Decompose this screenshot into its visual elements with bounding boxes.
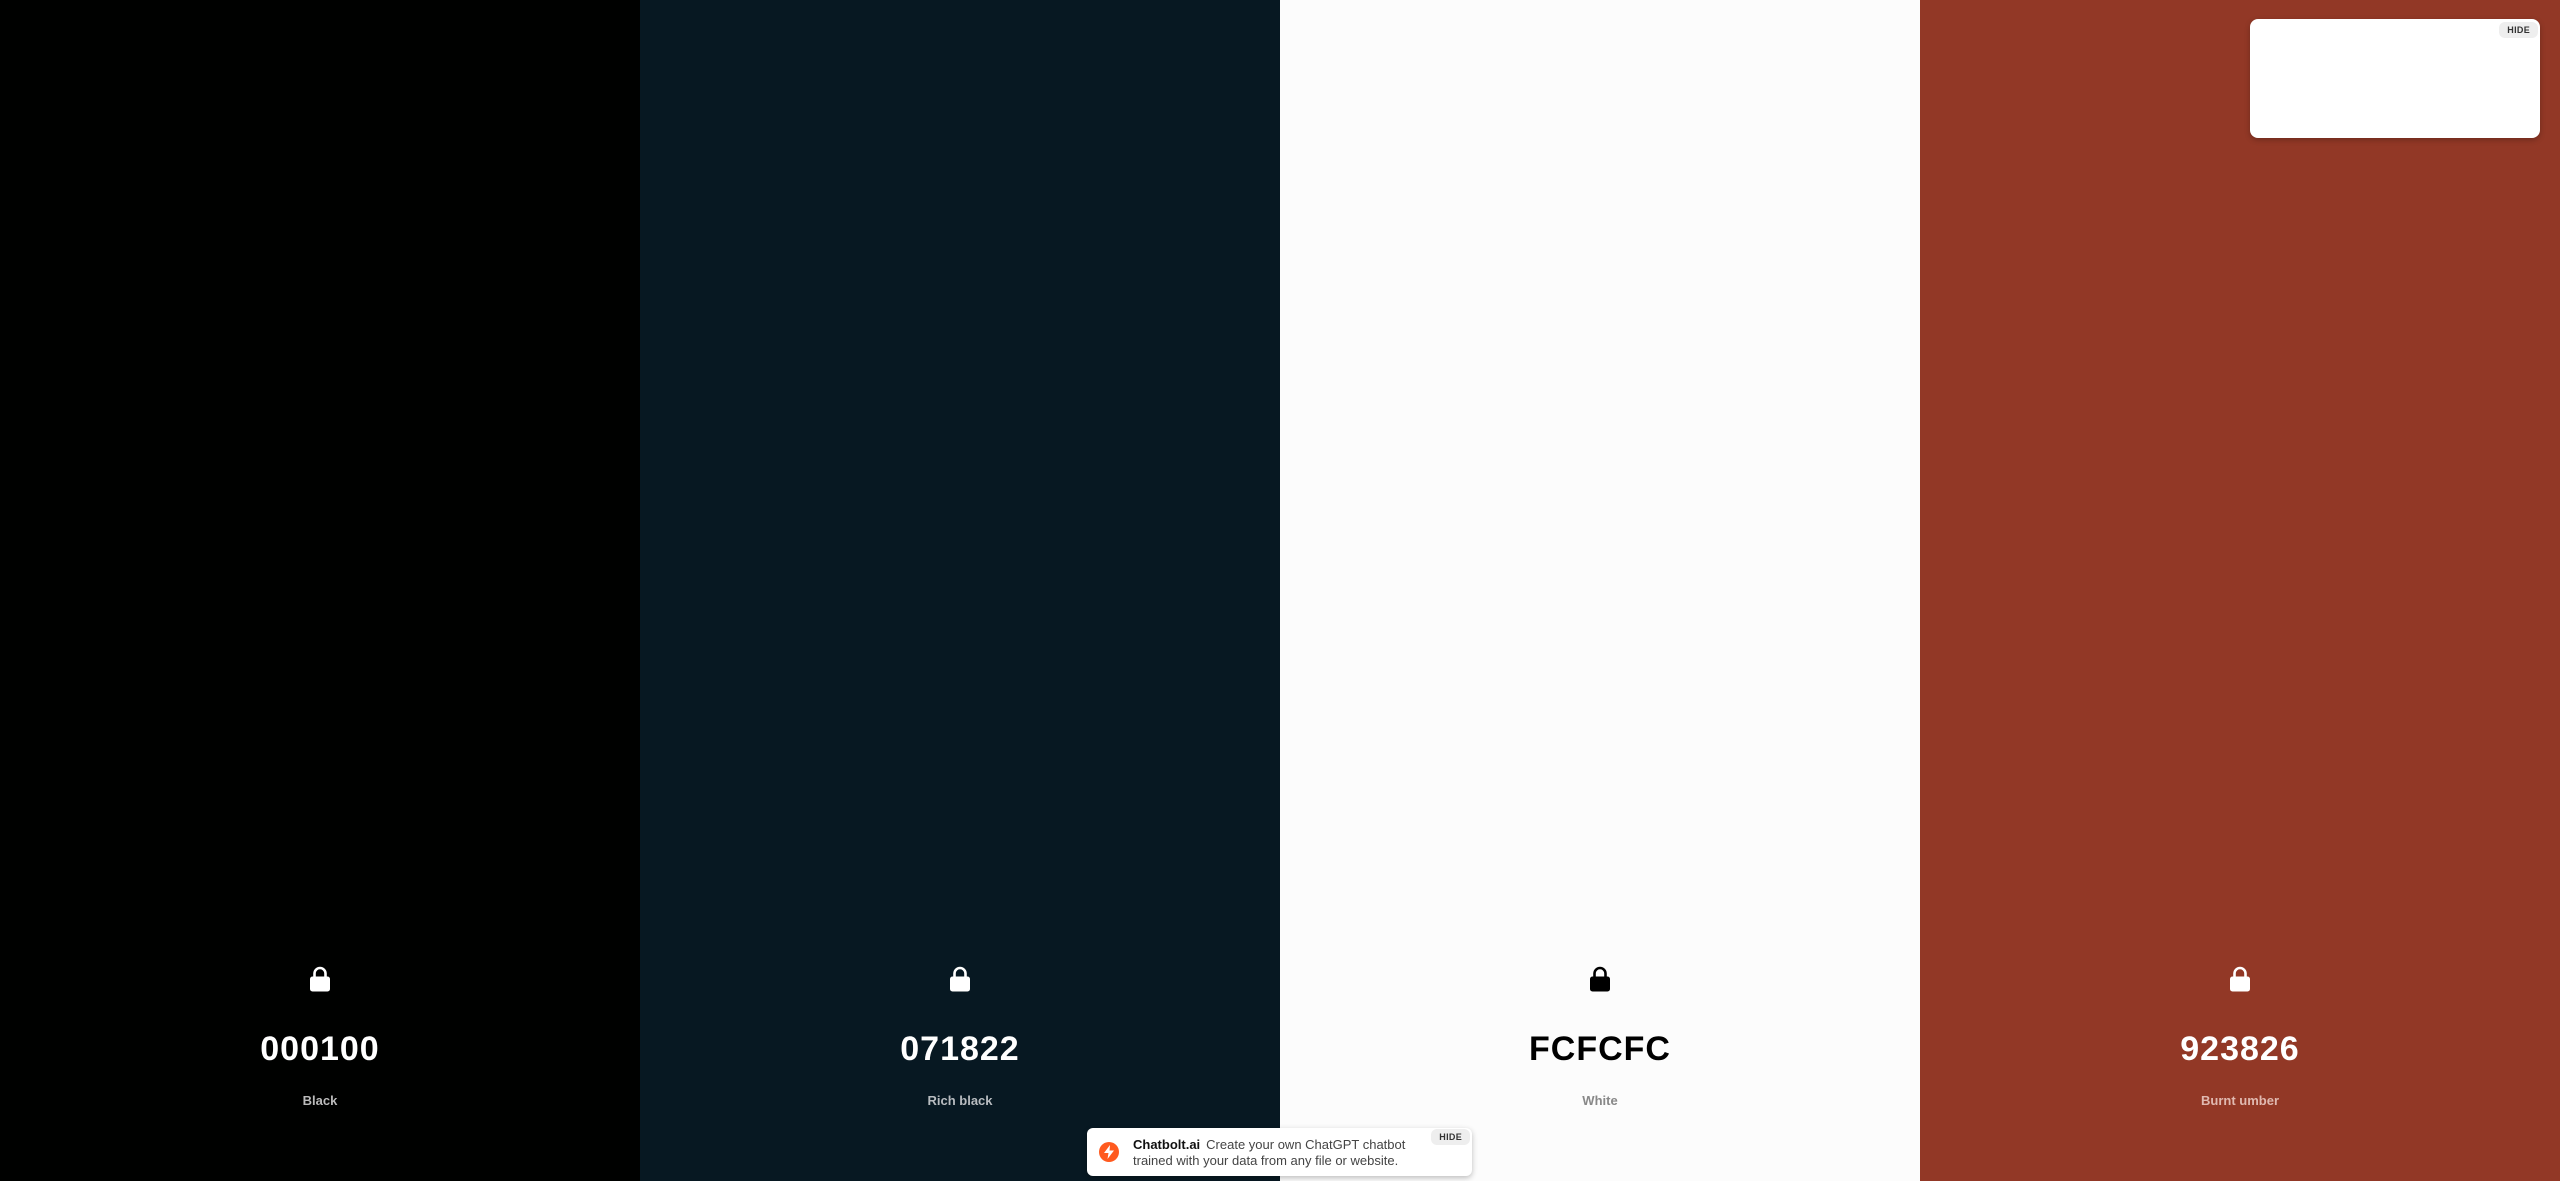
hex-code[interactable]: 071822: [640, 1030, 1280, 1069]
banner-text: Chatbolt.ai Create your own ChatGPT chatb…: [1133, 1137, 1423, 1169]
color-name[interactable]: White: [1280, 1093, 1920, 1108]
color-palette: 000100 Black 071822 Rich black FCFCFC Wh…: [0, 0, 2560, 1181]
swatch-white[interactable]: FCFCFC White: [1280, 0, 1920, 1181]
lock-icon[interactable]: [2229, 966, 2251, 992]
swatch-burnt-umber[interactable]: 923826 Burnt umber: [1920, 0, 2560, 1181]
color-name[interactable]: Black: [0, 1093, 640, 1108]
ad-panel: HIDE: [2250, 19, 2540, 138]
hex-code[interactable]: FCFCFC: [1280, 1030, 1920, 1069]
hide-ad-button[interactable]: HIDE: [2499, 22, 2538, 38]
hex-code[interactable]: 000100: [0, 1030, 640, 1069]
promo-banner[interactable]: Chatbolt.ai Create your own ChatGPT chatb…: [1087, 1128, 1472, 1176]
hex-code[interactable]: 923826: [1920, 1030, 2560, 1069]
color-name[interactable]: Rich black: [640, 1093, 1280, 1108]
lock-icon[interactable]: [1589, 966, 1611, 992]
lock-icon[interactable]: [949, 966, 971, 992]
banner-brand: Chatbolt.ai: [1133, 1137, 1201, 1152]
swatch-rich-black[interactable]: 071822 Rich black: [640, 0, 1280, 1181]
lock-icon[interactable]: [309, 966, 331, 992]
chatbolt-logo-icon: [1099, 1142, 1119, 1162]
hide-banner-button[interactable]: HIDE: [1431, 1129, 1470, 1145]
color-name[interactable]: Burnt umber: [1920, 1093, 2560, 1108]
swatch-black[interactable]: 000100 Black: [0, 0, 640, 1181]
